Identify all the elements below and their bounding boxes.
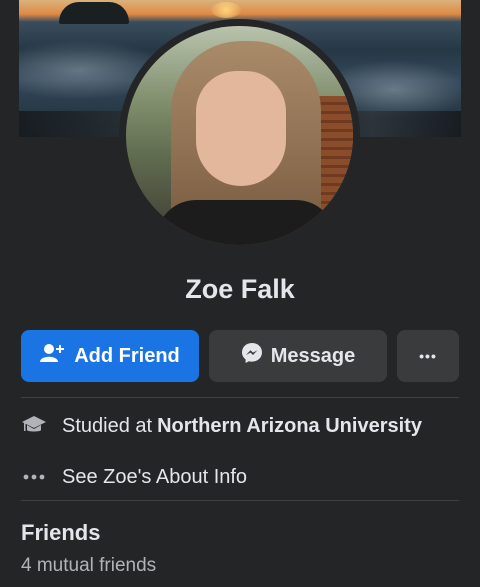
cover-sun: [211, 2, 241, 18]
add-friend-button[interactable]: Add Friend: [21, 330, 199, 382]
mutual-friends-count[interactable]: 4 mutual friends: [21, 555, 156, 577]
message-label: Message: [270, 344, 356, 367]
profile-picture[interactable]: [119, 19, 360, 252]
profile-picture-image: [126, 26, 353, 245]
education-row: Studied at Northern Arizona University: [21, 411, 461, 441]
graduation-cap-icon: [21, 415, 47, 437]
add-friend-label: Add Friend: [74, 344, 180, 367]
divider: [21, 500, 459, 501]
more-options-button[interactable]: •••: [397, 330, 459, 382]
profile-name: Zoe Falk: [185, 274, 295, 304]
divider: [21, 397, 459, 398]
see-about-row[interactable]: See Zoe's About Info: [21, 462, 461, 492]
messenger-icon: [241, 342, 271, 370]
education-prefix: Studied at: [62, 414, 153, 437]
cover-island: [59, 2, 129, 24]
friends-heading[interactable]: Friends: [21, 520, 100, 546]
more-icon: •••: [419, 348, 437, 364]
see-about-label: See Zoe's About Info: [62, 465, 248, 488]
message-button[interactable]: Message: [209, 330, 387, 382]
add-friend-icon: [40, 343, 74, 369]
education-school-link[interactable]: Northern Arizona University: [157, 415, 422, 438]
ellipsis-icon: [21, 474, 47, 480]
